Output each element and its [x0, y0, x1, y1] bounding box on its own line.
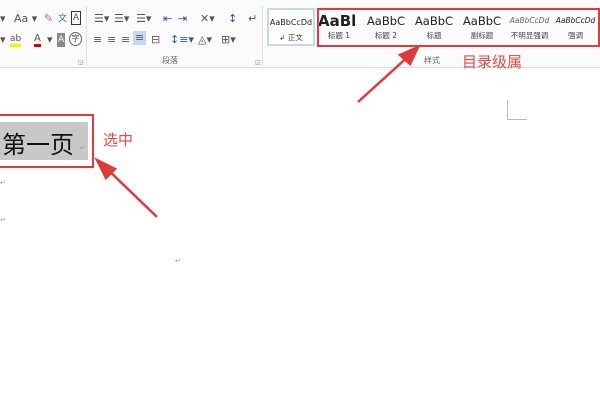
annotation-arrows [94, 44, 421, 218]
arrow-to-styles [357, 52, 413, 103]
